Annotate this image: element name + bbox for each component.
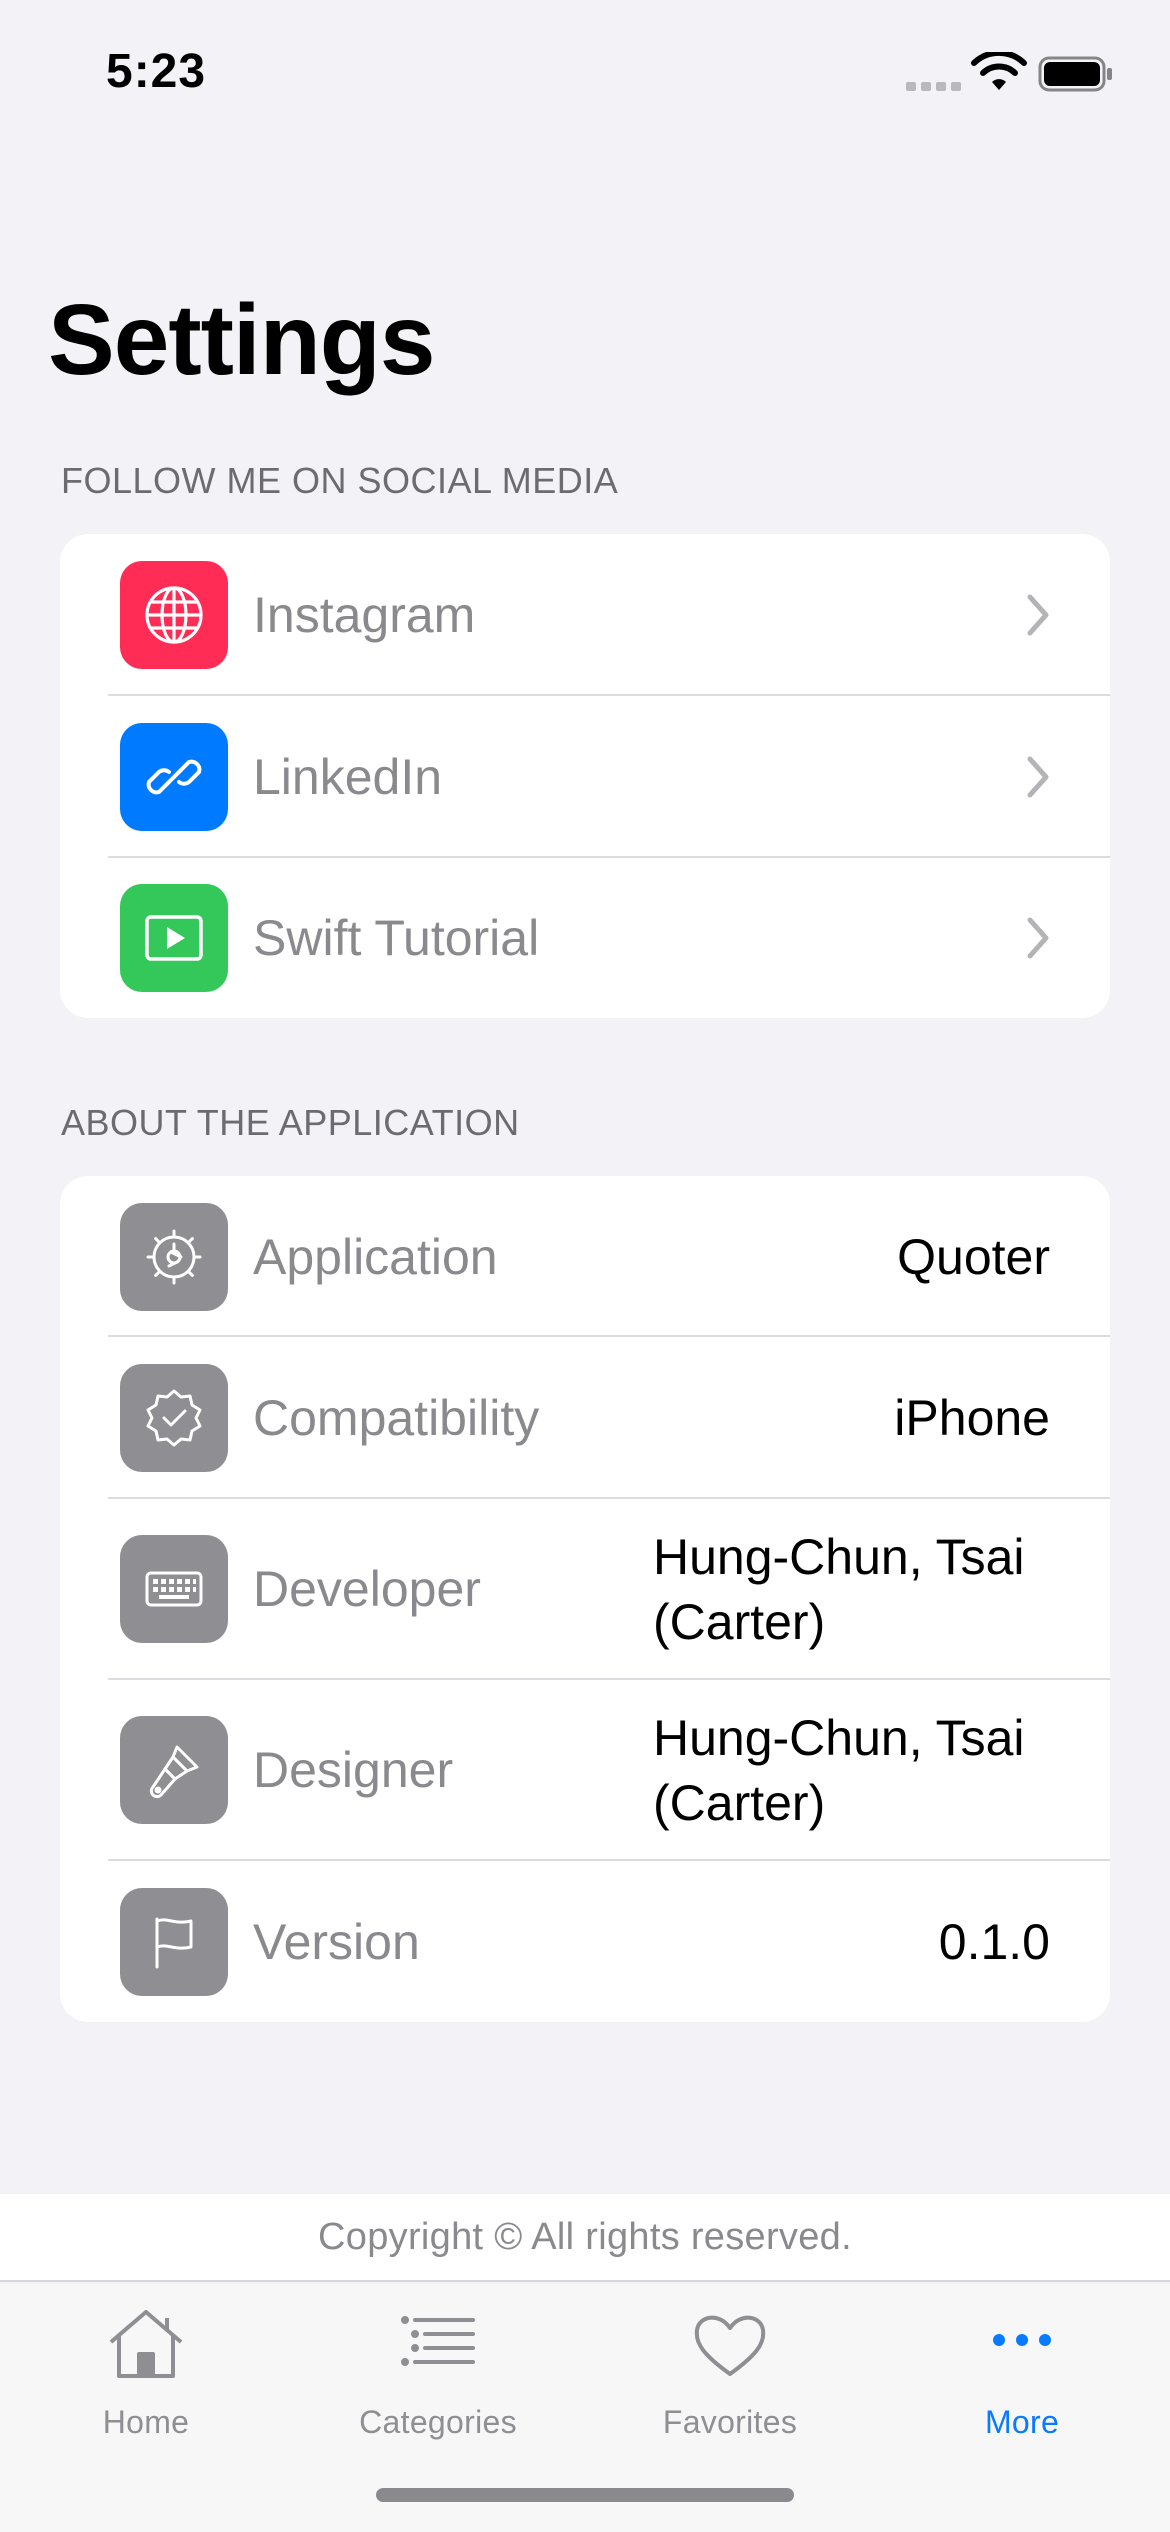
link-icon (120, 723, 228, 831)
row-label: Version (253, 1914, 420, 1970)
row-compatibility: Compatibility iPhone (60, 1337, 1110, 1499)
tab-home[interactable]: Home (0, 2284, 292, 2464)
globe-icon (120, 561, 228, 669)
row-value-line2: (Carter) (653, 1775, 826, 1831)
heart-icon (694, 2315, 766, 2376)
row-label: Designer (253, 1742, 454, 1798)
row-swift-tutorial[interactable]: Swift Tutorial (60, 858, 1110, 1018)
row-label: Swift Tutorial (253, 910, 540, 966)
row-instagram[interactable]: Instagram (60, 534, 1110, 696)
copyright-text: Copyright © All rights reserved. (318, 2215, 852, 2258)
cellular-signal-icon (906, 82, 961, 91)
row-label: Instagram (253, 587, 476, 643)
row-developer: Developer Hung-Chun, Tsai (Carter) (60, 1499, 1110, 1680)
row-value: Hung-Chun, Tsai (Carter) (653, 1706, 1083, 1836)
tab-categories[interactable]: Categories (292, 2284, 584, 2464)
about-app-card: Application Quoter Compatibility iPhone (60, 1176, 1110, 2022)
play-rectangle-icon (120, 884, 228, 992)
social-media-card: Instagram LinkedIn Swift Tutorial (60, 534, 1110, 1018)
gear-icon (120, 1203, 228, 1311)
chevron-right-icon (1027, 917, 1049, 959)
row-value: Hung-Chun, Tsai (Carter) (653, 1525, 1083, 1655)
row-linkedin[interactable]: LinkedIn (60, 696, 1110, 858)
page-title: Settings (48, 284, 435, 396)
row-label: Application (253, 1229, 498, 1285)
row-label: Compatibility (253, 1390, 540, 1446)
settings-screen: 5:23 Settings FOLLOW ME ON SOCIAL MEDIA (0, 0, 1170, 2532)
row-label: LinkedIn (253, 749, 443, 805)
row-value-line2: (Carter) (653, 1594, 826, 1650)
tab-label: Home (102, 2404, 190, 2440)
checkmark-seal-icon (120, 1364, 228, 1472)
tab-label: More (984, 2404, 1060, 2440)
status-time: 5:23 (106, 45, 207, 98)
copyright-bar: Copyright © All rights reserved. (0, 2194, 1170, 2282)
keyboard-icon (120, 1535, 228, 1643)
flag-icon (120, 1888, 228, 1996)
tab-label: Categories (359, 2404, 517, 2440)
row-value: iPhone (894, 1390, 1050, 1446)
row-version: Version 0.1.0 (60, 1861, 1110, 2022)
chevron-right-icon (1027, 756, 1049, 798)
row-application: Application Quoter (60, 1176, 1110, 1337)
ellipsis-icon (993, 2334, 1051, 2346)
home-indicator[interactable] (376, 2488, 794, 2502)
battery-icon (1038, 56, 1112, 92)
paintbrush-icon (120, 1716, 228, 1824)
chevron-right-icon (1027, 594, 1049, 636)
row-value: 0.1.0 (938, 1914, 1050, 1970)
tab-favorites[interactable]: Favorites (584, 2284, 876, 2464)
house-icon (109, 2310, 183, 2378)
tab-more[interactable]: More (876, 2284, 1168, 2464)
status-bar: 5:23 (0, 0, 1170, 150)
list-icon (401, 2316, 475, 2366)
row-designer: Designer Hung-Chun, Tsai (Carter) (60, 1680, 1110, 1861)
tab-label: Favorites (662, 2404, 798, 2440)
section-header-about: ABOUT THE APPLICATION (61, 1102, 520, 1143)
row-label: Developer (253, 1561, 481, 1617)
row-value: Quoter (897, 1229, 1050, 1285)
row-value-line1: Hung-Chun, Tsai (653, 1529, 1025, 1585)
wifi-icon (971, 52, 1027, 90)
row-value-line1: Hung-Chun, Tsai (653, 1710, 1025, 1766)
section-header-social: FOLLOW ME ON SOCIAL MEDIA (61, 460, 619, 501)
